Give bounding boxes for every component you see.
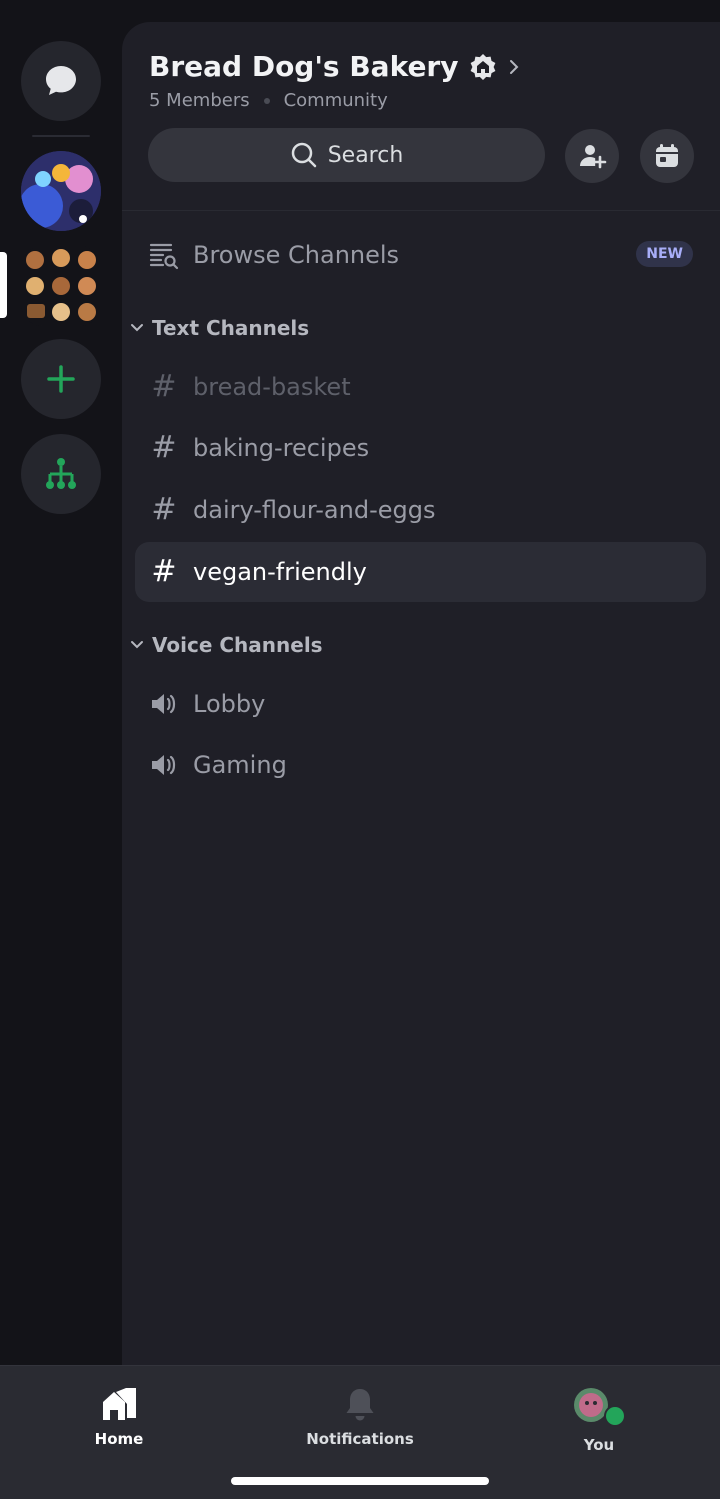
channel-name: Gaming	[193, 751, 287, 779]
tab-notifications[interactable]: Notifications	[280, 1386, 440, 1448]
channel-name: dairy-flour-and-eggs	[193, 496, 436, 524]
search-button[interactable]: Search	[148, 128, 545, 182]
speaker-icon	[149, 750, 179, 780]
speaker-icon	[149, 689, 179, 719]
channel-name: bread-basket	[193, 373, 351, 401]
plus-icon	[47, 365, 75, 393]
rail-divider	[32, 135, 90, 137]
hub-icon	[46, 458, 76, 489]
hashtag-icon: #	[151, 430, 177, 465]
channel-vegan-friendly[interactable]: # vegan-friendly	[135, 542, 706, 602]
search-label: Search	[327, 142, 404, 168]
server-icon-art[interactable]	[21, 151, 101, 231]
invite-button[interactable]	[565, 129, 619, 183]
add-server-button[interactable]	[21, 339, 101, 419]
community-badge-icon	[470, 53, 495, 80]
chat-bubble-icon	[46, 66, 76, 95]
new-badge: NEW	[636, 241, 693, 267]
bell-icon	[346, 1389, 374, 1421]
voice-channels-category[interactable]: Voice Channels	[130, 633, 323, 657]
tab-label: Notifications	[306, 1430, 414, 1448]
channel-name: Lobby	[193, 690, 266, 718]
tab-you[interactable]: You	[519, 1386, 679, 1454]
server-art-icon	[21, 151, 101, 231]
category-label: Voice Channels	[152, 633, 323, 657]
home-icon	[103, 1388, 136, 1420]
hashtag-icon: #	[151, 492, 177, 527]
tab-label: You	[583, 1436, 615, 1454]
tab-home[interactable]: Home	[39, 1386, 199, 1448]
chevron-right-icon	[509, 59, 518, 74]
channel-bread-basket[interactable]: # bread-basket	[135, 357, 706, 417]
browse-channels-label: Browse Channels	[193, 241, 400, 269]
browse-channels-icon	[149, 240, 179, 270]
pastries-icon	[21, 246, 101, 326]
calendar-icon	[656, 144, 678, 167]
channel-baking-recipes[interactable]: # baking-recipes	[135, 418, 706, 478]
hashtag-icon: #	[151, 369, 177, 404]
text-channels-category[interactable]: Text Channels	[130, 316, 309, 340]
home-indicator	[231, 1477, 489, 1485]
chevron-down-icon	[131, 641, 143, 649]
channel-name: vegan-friendly	[193, 558, 367, 586]
browse-channels-row[interactable]: Browse Channels NEW	[135, 225, 706, 285]
header-divider	[122, 210, 720, 211]
channel-dairy-flour-and-eggs[interactable]: # dairy-flour-and-eggs	[135, 480, 706, 540]
avatar-icon	[574, 1388, 626, 1427]
server-meta: 5 Members Community	[149, 90, 388, 111]
chevron-down-icon	[131, 324, 143, 332]
tab-label: Home	[94, 1430, 144, 1448]
selected-server-indicator	[0, 252, 7, 318]
search-icon	[291, 142, 316, 168]
channel-name: baking-recipes	[193, 434, 370, 462]
member-count: 5 Members	[149, 90, 250, 111]
discover-servers-button[interactable]	[21, 434, 101, 514]
category-label: Text Channels	[152, 316, 310, 340]
voice-channel-lobby[interactable]: Lobby	[135, 674, 706, 734]
add-member-icon	[580, 145, 607, 169]
hashtag-icon: #	[151, 554, 177, 589]
server-name: Bread Dog's Bakery	[149, 50, 459, 83]
events-button[interactable]	[640, 129, 694, 183]
meta-separator	[263, 97, 270, 104]
server-header[interactable]: Bread Dog's Bakery	[149, 50, 521, 83]
direct-messages-button[interactable]	[21, 41, 101, 121]
voice-channel-gaming[interactable]: Gaming	[135, 735, 706, 795]
server-type: Community	[283, 90, 388, 111]
server-icon-bakery[interactable]	[21, 246, 101, 326]
